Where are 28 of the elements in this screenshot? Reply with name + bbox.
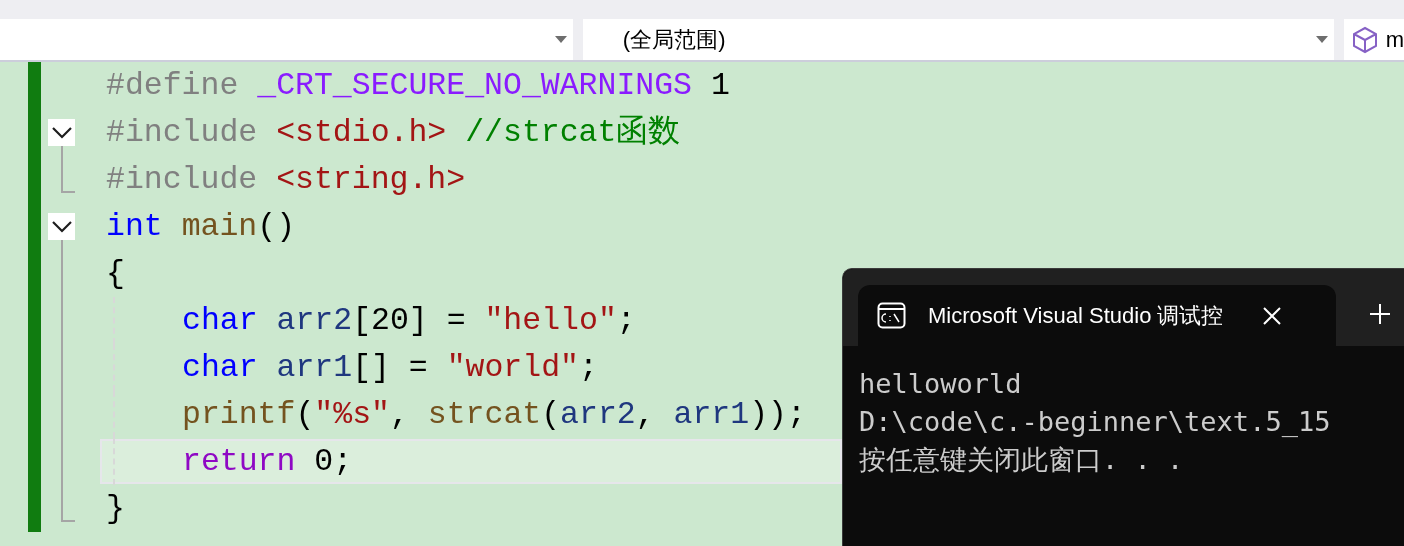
collapse-toggle[interactable] [48, 119, 75, 146]
close-icon[interactable] [1263, 306, 1282, 325]
caret-icon [554, 36, 567, 43]
code-line: #include <string.h> [106, 160, 466, 199]
console-output-line: 按任意键关闭此窗口. . . [859, 443, 1185, 477]
code-line: } [106, 489, 125, 528]
code-line: { [106, 254, 125, 293]
caret-icon [1315, 36, 1328, 43]
code-line: printf("%s", strcat(arr2, arr1)); [182, 395, 806, 434]
console-output-line: D:\code\c.-beginner\text.5_15 [859, 405, 1332, 439]
chevron-down-icon [50, 125, 73, 140]
code-line: #define _CRT_SECURE_NO_WARNINGS 1 [106, 66, 730, 105]
code-line: char arr1[] = "world"; [182, 348, 598, 387]
collapse-toggle[interactable] [48, 213, 75, 240]
terminal-icon [877, 302, 906, 329]
code-line: char arr2[20] = "hello"; [182, 301, 636, 340]
code-line: int main() [106, 207, 296, 246]
plus-icon[interactable] [1370, 304, 1390, 324]
console-tab[interactable]: Microsoft Visual Studio 调试控 [858, 285, 1336, 346]
scope-dropdown[interactable]: (全局范围) [582, 19, 1334, 60]
tab-title: Microsoft Visual Studio 调试控 [928, 302, 1224, 330]
console-output-line: helloworld [859, 367, 1023, 401]
code-line: #include <stdio.h> //strcat函数 [106, 113, 681, 152]
chevron-down-icon [50, 219, 73, 234]
code-line: return 0; [182, 442, 353, 481]
cube-icon [1351, 25, 1378, 54]
member-dropdown[interactable]: m [1343, 19, 1404, 60]
fold-guide-line [61, 146, 75, 193]
